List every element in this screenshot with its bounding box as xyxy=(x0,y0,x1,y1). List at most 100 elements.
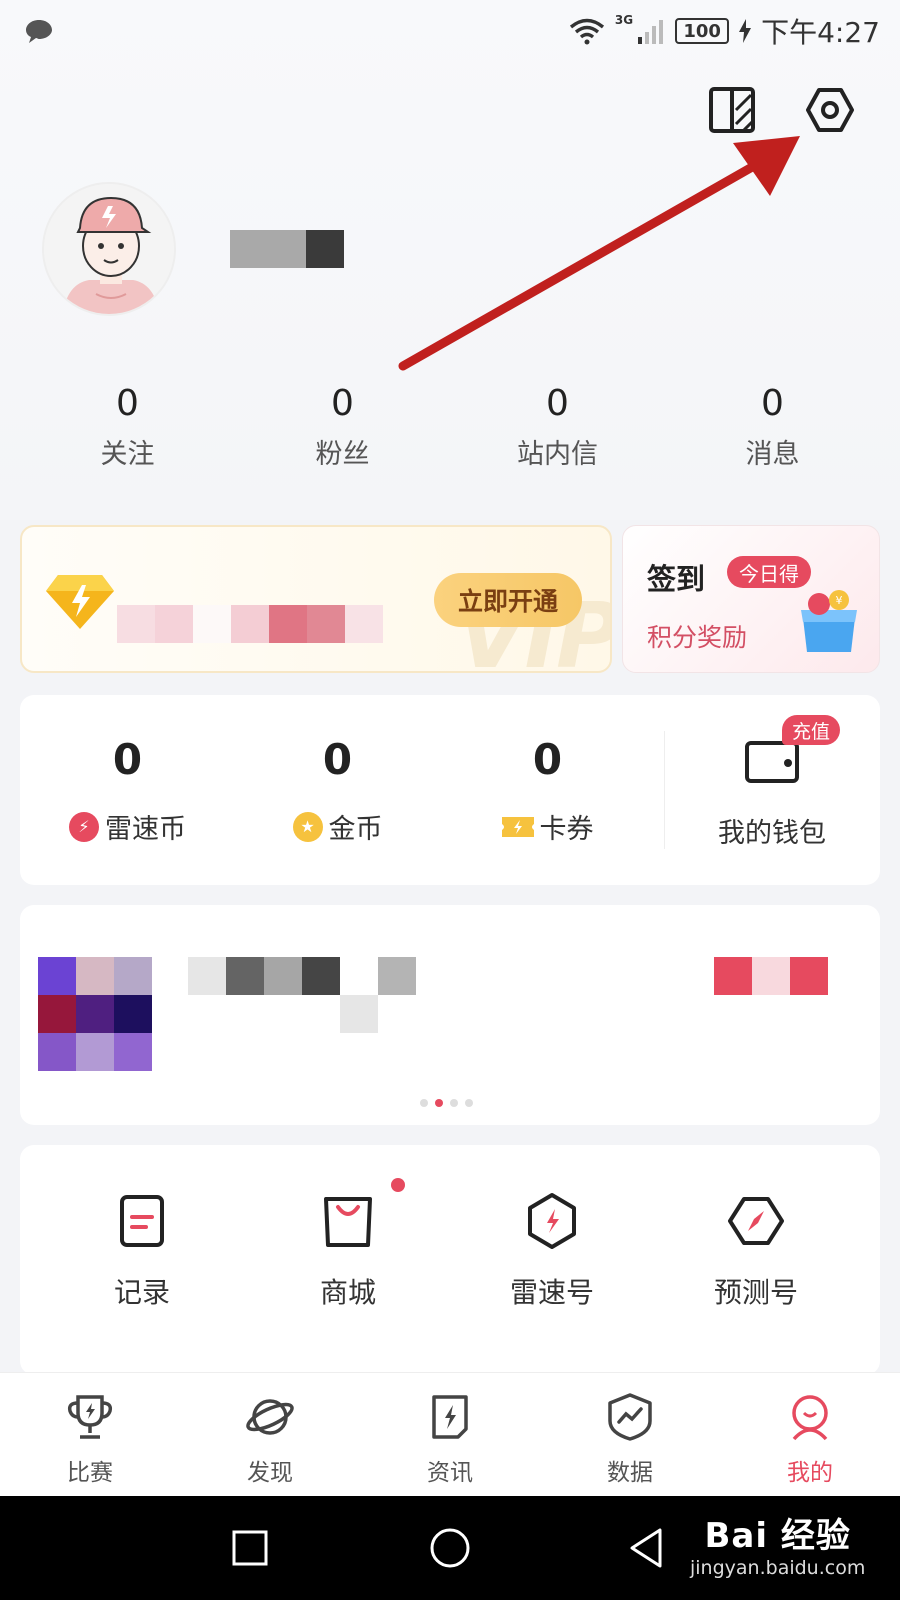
wallet-coupon[interactable]: 0 卡券 xyxy=(440,735,655,846)
tool-leisu-account[interactable]: 雷速号 xyxy=(472,1191,632,1311)
my-wallet-label[interactable]: 我的钱包 xyxy=(664,811,880,850)
wallet-label-text: 雷速币 xyxy=(105,814,186,845)
back-icon[interactable] xyxy=(624,1524,672,1572)
pagination-dot xyxy=(450,1099,458,1107)
vip-text-pixelated xyxy=(117,605,383,643)
theme-switch-button[interactable] xyxy=(706,84,758,136)
status-indicators: 3G 100 下午4:27 xyxy=(569,11,880,51)
tool-record[interactable]: 记录 xyxy=(62,1191,222,1311)
nav-item-matches[interactable]: 比赛 xyxy=(0,1373,180,1496)
stat-value: 0 xyxy=(116,383,139,424)
charging-icon xyxy=(739,19,752,43)
wallet-card: 0 ⚡ 雷速币 0 ★ 金币 0 卡券 充值 我的钱包 xyxy=(20,695,880,885)
stat-value: 0 xyxy=(761,383,784,424)
theme-switch-icon xyxy=(709,87,755,133)
settings-icon xyxy=(806,88,854,132)
nav-item-data[interactable]: 数据 xyxy=(540,1373,720,1496)
tool-mall[interactable]: 商城 xyxy=(268,1191,428,1311)
wallet-item-label: ⚡ 雷速币 xyxy=(20,807,235,846)
coupon-icon xyxy=(501,816,534,837)
planet-icon xyxy=(246,1399,294,1435)
battery-indicator: 100 xyxy=(675,18,730,44)
wallet-item-label: 卡券 xyxy=(440,807,655,846)
wallet-value: 0 xyxy=(532,735,563,784)
tool-label: 雷速号 xyxy=(509,1276,594,1309)
trophy-icon xyxy=(67,1395,113,1439)
points-reward-label: 积分奖励 xyxy=(647,623,748,652)
nav-label: 数据 xyxy=(607,1460,653,1486)
stat-label: 粉丝 xyxy=(315,439,370,470)
diamond-icon xyxy=(46,575,114,629)
gold-coin-icon: ★ xyxy=(292,811,323,842)
sign-in-title: 签到 xyxy=(647,562,706,596)
stat-following[interactable]: 0 关注 xyxy=(20,382,235,471)
today-badge: 今日得 xyxy=(727,556,811,588)
profile-icon xyxy=(792,1395,828,1441)
nav-label: 我的 xyxy=(787,1460,833,1486)
profile-stats: 0 关注 0 粉丝 0 站内信 0 消息 xyxy=(0,382,900,471)
promo-banner[interactable] xyxy=(20,905,880,1125)
status-bar: 3G 100 下午4:27 xyxy=(0,0,900,62)
bottom-nav: 比赛 发现 资讯 数据 我的 xyxy=(0,1372,900,1496)
nav-item-news[interactable]: 资讯 xyxy=(360,1373,540,1496)
stat-label: 站内信 xyxy=(517,439,598,470)
tool-prediction[interactable]: 预测号 xyxy=(676,1191,836,1311)
wallet-gold-coin[interactable]: 0 ★ 金币 xyxy=(230,735,445,846)
pagination-dot xyxy=(465,1099,473,1107)
recharge-badge[interactable]: 充值 xyxy=(782,715,841,745)
avatar-illustration xyxy=(44,184,174,314)
wallet-label-text: 卡券 xyxy=(539,814,594,845)
banner-badge-pixelated xyxy=(714,957,828,995)
stat-messages[interactable]: 0 消息 xyxy=(665,382,880,471)
stat-inbox[interactable]: 0 站内信 xyxy=(450,382,665,471)
status-time: 下午4:27 xyxy=(761,16,880,49)
chat-bubble-icon xyxy=(26,20,52,43)
tool-label: 记录 xyxy=(113,1276,170,1309)
stat-label: 关注 xyxy=(100,439,155,470)
wallet-value: 0 xyxy=(112,735,143,784)
username-pixelated xyxy=(230,230,344,268)
stat-label: 消息 xyxy=(745,439,800,470)
home-icon[interactable] xyxy=(426,1524,474,1572)
pagination-dot-active xyxy=(435,1099,443,1107)
wifi-icon xyxy=(569,18,604,45)
tools-card: 记录 商城 雷速号 预测号 xyxy=(20,1145,880,1375)
stat-value: 0 xyxy=(546,383,569,424)
avatar[interactable] xyxy=(42,182,176,316)
vip-open-button[interactable]: 立即开通 xyxy=(434,573,582,627)
wallet-leisu-coin[interactable]: 0 ⚡ 雷速币 xyxy=(20,735,235,846)
network-type: 3G xyxy=(614,13,634,27)
banner-text-pixelated xyxy=(188,957,416,1033)
nav-item-discover[interactable]: 发现 xyxy=(180,1373,360,1496)
recent-apps-icon[interactable] xyxy=(226,1524,274,1572)
wallet-value: 0 xyxy=(322,735,353,784)
nav-label: 发现 xyxy=(247,1460,293,1486)
mall-notification-dot xyxy=(391,1178,405,1192)
banner-pagination xyxy=(420,1099,473,1107)
vip-card[interactable]: VIP 立即开通 xyxy=(20,525,612,673)
news-icon xyxy=(432,1395,468,1439)
watermark-main: Bai 经验 xyxy=(704,1516,851,1556)
nav-label: 资讯 xyxy=(427,1460,473,1486)
nav-label: 比赛 xyxy=(67,1460,113,1486)
tool-label: 商城 xyxy=(319,1276,376,1309)
stat-fans[interactable]: 0 粉丝 xyxy=(235,382,450,471)
gift-box-icon: ¥ xyxy=(801,590,857,652)
data-icon xyxy=(608,1393,652,1441)
nav-item-mine[interactable]: 我的 xyxy=(720,1373,900,1496)
leisu-coin-icon: ⚡ xyxy=(69,811,99,842)
watermark-url: jingyan.baidu.com xyxy=(690,1557,866,1579)
mall-icon xyxy=(324,1197,372,1247)
baidu-jingyan-watermark: Bai 经验 jingyan.baidu.com xyxy=(690,1508,865,1579)
tool-label: 预测号 xyxy=(713,1276,798,1309)
banner-image-pixelated xyxy=(38,957,152,1071)
sign-in-card[interactable]: 签到 今日得 积分奖励 ¥ xyxy=(622,525,880,673)
leisu-account-icon xyxy=(528,1193,576,1249)
stat-value: 0 xyxy=(331,383,354,424)
settings-button[interactable] xyxy=(804,84,856,136)
svg-text:¥: ¥ xyxy=(836,594,843,607)
wallet-item-label: ★ 金币 xyxy=(230,807,445,846)
record-icon xyxy=(120,1195,164,1247)
wallet-label-text: 金币 xyxy=(328,814,383,845)
prediction-icon xyxy=(728,1197,784,1245)
